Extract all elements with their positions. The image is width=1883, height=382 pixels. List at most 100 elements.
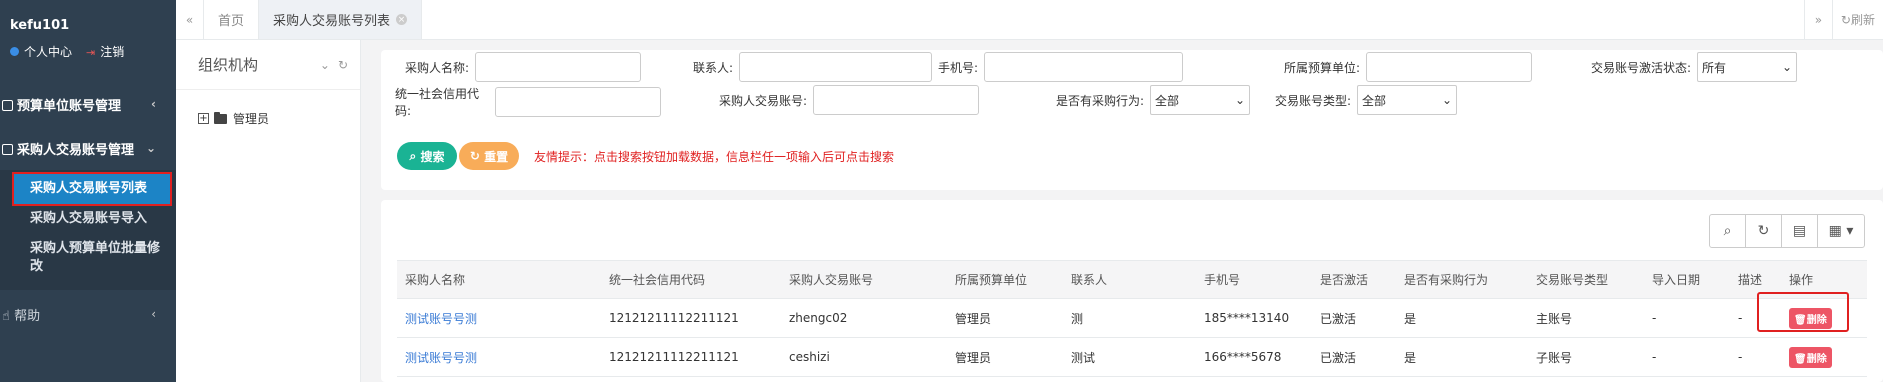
buyer-name-label: 采购人名称: [404,60,469,75]
contact-cell: 测试 [1063,337,1196,377]
trade-account-input[interactable] [813,85,979,115]
trade-account-label: 采购人交易账号: [718,93,807,108]
budget-unit-label: 所属预算单位: [1283,60,1360,75]
highlight-box [1757,292,1849,332]
tab-bar: « 首页 采购人交易账号列表 × » ↻ 刷新 [176,0,1883,40]
col-trade-account[interactable]: 采购人交易账号 [781,260,947,299]
has-purchase-cell: 是 [1396,298,1528,338]
user-card-icon [2,143,13,155]
tab-home[interactable]: 首页 [204,0,260,39]
tab-scroll-right-button[interactable]: » [1803,0,1832,39]
org-tree-title: 组织机构 [198,56,259,74]
activated-cell: 已激活 [1312,337,1396,377]
phone-input[interactable] [984,52,1183,82]
tab-scroll-left-button[interactable]: « [176,0,204,39]
buyer-name-input[interactable] [475,52,641,82]
col-contact[interactable]: 联系人 [1063,260,1196,299]
activated-cell: 已激活 [1312,298,1396,338]
refresh-icon: ↻ [1757,223,1770,239]
delete-button[interactable]: 🗑删除 [1789,346,1832,368]
sidebar-item-account-import[interactable]: 采购人交易账号导入 [0,204,176,234]
budget-unit-cell: 管理员 [947,337,1063,377]
sidebar: kefu101 个人中心 ⇥ 注销 预算单位账号管理 ‹ 采购人交易账号管理 ⌄ … [0,0,176,382]
menu-help[interactable]: ☝ 帮助 ‹ [0,294,176,334]
refresh-icon[interactable]: ↻ [338,58,348,72]
buyer-name-link[interactable]: 测试账号号测 [405,351,477,365]
book-icon [2,99,13,111]
credit-code-cell: 12121211112211121 [601,298,781,338]
menu-budget-accounts[interactable]: 预算单位账号管理 ‹ [0,82,176,126]
sidebar-item-batch-edit[interactable]: 采购人预算单位批量修改 [0,234,176,282]
search-toggle-button[interactable]: ⌕ [1709,214,1746,248]
refresh-icon: ↻ [1840,12,1851,27]
tab-account-list[interactable]: 采购人交易账号列表 × [259,0,423,39]
search-button[interactable]: ⌕ 搜索 [397,142,457,170]
list-icon: ▤ [1792,223,1807,239]
account-type-label: 交易账号类型: [1274,93,1351,108]
menu-buyer-accounts[interactable]: 采购人交易账号管理 ⌄ [0,126,176,170]
refresh-icon: ↻ [469,149,480,163]
import-date-cell: - [1644,337,1730,377]
phone-label: 手机号: [937,60,978,75]
refresh-button[interactable]: ↻ 刷新 [1831,0,1883,39]
toggle-view-button[interactable]: ▤ [1781,214,1818,248]
table-toolbar: ⌕ ↻ ▤ ▦ ▾ [1709,214,1865,248]
trade-account-cell: zhengc02 [781,298,947,338]
phone-cell: 185****13140 [1196,298,1312,338]
col-phone[interactable]: 手机号 [1196,260,1312,299]
sidebar-item-account-list[interactable]: 采购人交易账号列表 [12,172,172,206]
credit-code-label: 统一社会信用代码: [395,87,480,118]
table-panel: ⌕ ↻ ▤ ▦ ▾ 采购人名称 统一社会信用代码 采购人交易账号 所属预算单位 … [381,200,1883,382]
personal-center-link[interactable]: 个人中心 [10,43,72,60]
col-budget-unit[interactable]: 所属预算单位 [947,260,1063,299]
grid-icon: ▦ ▾ [1828,223,1854,239]
chevron-left-icon: ‹ [151,307,156,321]
col-credit-code[interactable]: 统一社会信用代码 [601,260,781,299]
phone-cell: 166****5678 [1196,337,1312,377]
credit-code-cell: 12121211112211121 [601,337,781,377]
account-type-cell: 主账号 [1528,298,1644,338]
user-icon [10,47,19,56]
col-account-type[interactable]: 交易账号类型 [1528,260,1644,299]
table-row: 测试账号号测 12121211112211121 ceshizi 管理员 测试 … [397,337,1867,377]
search-icon: ⌕ [1723,223,1732,239]
expand-icon[interactable]: + [198,113,209,124]
collapse-icon[interactable]: ⌄ [320,58,330,72]
table-row: 测试账号号测 12121211112211121 zhengc02 管理员 测 … [397,298,1867,338]
activation-status-select[interactable]: 所有 ⌄ [1697,52,1797,82]
columns-button[interactable]: ▦ ▾ [1817,214,1865,248]
col-import-date[interactable]: 导入日期 [1644,260,1730,299]
close-icon[interactable]: × [396,14,408,25]
tree-node-admin[interactable]: + 管理员 [198,110,360,127]
chevron-down-icon: ⌄ [1781,60,1792,74]
folder-icon [214,111,227,124]
col-has-purchase[interactable]: 是否有采购行为 [1396,260,1528,299]
import-date-cell: - [1644,298,1730,338]
username: kefu101 [10,18,70,33]
account-type-select[interactable]: 全部 ⌄ [1357,85,1457,115]
has-purchase-cell: 是 [1396,337,1528,377]
activation-status-label: 交易账号激活状态: [1590,60,1691,75]
refresh-table-button[interactable]: ↻ [1745,214,1782,248]
budget-unit-input[interactable] [1366,52,1532,82]
has-purchase-select[interactable]: 全部 ⌄ [1150,85,1250,115]
chevron-down-icon: ⌄ [1441,93,1452,107]
reset-button[interactable]: ↻ 重置 [459,142,519,170]
col-buyer-name[interactable]: 采购人名称 [397,260,601,299]
hand-icon: ☝ [2,308,10,324]
user-panel: kefu101 个人中心 ⇥ 注销 [0,0,176,60]
contact-label: 联系人: [692,60,733,75]
buyer-name-link[interactable]: 测试账号号测 [405,312,477,326]
credit-code-input[interactable] [495,87,661,117]
col-activated[interactable]: 是否激活 [1312,260,1396,299]
logout-link[interactable]: ⇥ 注销 [86,43,124,60]
contact-input[interactable] [739,52,932,82]
contact-cell: 测 [1063,298,1196,338]
search-icon: ⌕ [409,148,417,163]
table-header-row: 采购人名称 统一社会信用代码 采购人交易账号 所属预算单位 联系人 手机号 是否… [397,260,1867,299]
trash-icon: 🗑 [1794,353,1807,365]
budget-unit-cell: 管理员 [947,298,1063,338]
chevron-left-icon: ‹ [151,97,156,111]
search-hint: 友情提示：点击搜索按钮加载数据，信息栏任一项输入后可点击搜索 [534,150,895,164]
accounts-table: 采购人名称 统一社会信用代码 采购人交易账号 所属预算单位 联系人 手机号 是否… [397,260,1867,377]
